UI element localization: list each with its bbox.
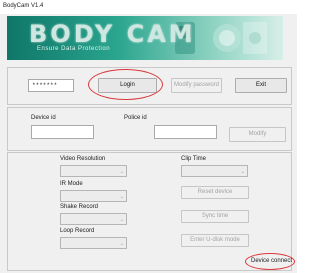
banner-subtitle: Ensure Data Protection [37, 46, 111, 52]
clip-time-select[interactable]: ⌄ [181, 165, 248, 177]
modify-password-button[interactable]: Modify password [171, 78, 222, 93]
police-id-label: Police id [124, 115, 147, 121]
device-id-input[interactable] [31, 125, 94, 139]
ir-mode-label: IR Mode [60, 181, 83, 187]
password-field[interactable]: ******* [28, 79, 74, 92]
chevron-down-icon: ⌄ [119, 169, 124, 175]
chevron-down-icon: ⌄ [119, 194, 124, 200]
reset-device-button[interactable]: Reset device [181, 186, 249, 199]
chevron-down-icon: ⌄ [240, 169, 245, 175]
clip-time-label: Clip Time [181, 156, 207, 162]
sync-time-button[interactable]: Sync time [181, 210, 249, 223]
video-resolution-label: Video Resolution [60, 156, 106, 162]
device-id-label: Device id [31, 115, 56, 121]
chevron-down-icon: ⌄ [119, 217, 124, 223]
modify-id-button[interactable]: Modify [229, 127, 286, 142]
loop-record-select[interactable]: ⌄ [60, 237, 127, 249]
loop-record-label: Loop Record [60, 228, 95, 234]
ir-mode-select[interactable]: ⌄ [60, 190, 127, 202]
video-resolution-select[interactable]: ⌄ [60, 165, 127, 177]
login-button[interactable]: Login [98, 78, 157, 93]
shake-record-select[interactable]: ⌄ [60, 213, 127, 225]
app-window: BodyCam V1.4 BODY CAM Ensure Data Protec… [0, 0, 297, 273]
title-bar: BodyCam V1.4 [0, 0, 297, 14]
enter-udisk-mode-button[interactable]: Enter U-disk mode [181, 234, 249, 247]
banner-title: BODY CAM [29, 20, 196, 48]
window-title: BodyCam V1.4 [3, 3, 44, 9]
app-banner: BODY CAM Ensure Data Protection [7, 16, 283, 60]
police-id-input[interactable] [154, 125, 217, 139]
device-connect-status: Device connect [251, 258, 293, 264]
exit-button[interactable]: Exit [235, 78, 287, 93]
settings-group [7, 152, 292, 271]
chevron-down-icon: ⌄ [119, 241, 124, 247]
shake-record-label: Shake Record [60, 204, 99, 210]
